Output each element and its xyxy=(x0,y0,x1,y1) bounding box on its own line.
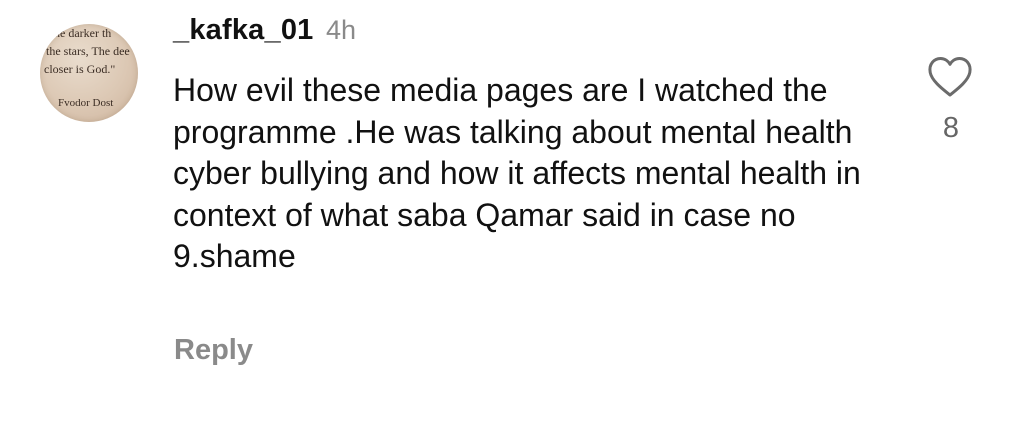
heart-outline-icon xyxy=(928,57,972,97)
avatar-quote-line: the stars, The dee xyxy=(46,44,130,58)
like-button[interactable] xyxy=(926,54,974,100)
comment: he darker th the stars, The dee closer i… xyxy=(0,0,1024,421)
like-count: 8 xyxy=(942,112,960,144)
comment-text: How evil these media pages are I watched… xyxy=(173,72,861,274)
avatar-quote-line: he darker th xyxy=(54,26,112,40)
avatar-quote-line: closer is God." xyxy=(44,62,116,76)
avatar[interactable]: he darker th the stars, The dee closer i… xyxy=(40,24,138,122)
avatar-quote-line: Fvodor Dost xyxy=(58,97,114,109)
comment-header: _kafka_01 4h xyxy=(173,14,356,54)
comment-timestamp: 4h xyxy=(325,15,356,45)
username-link[interactable]: _kafka_01 xyxy=(173,14,314,46)
reply-button[interactable]: Reply xyxy=(174,334,253,367)
